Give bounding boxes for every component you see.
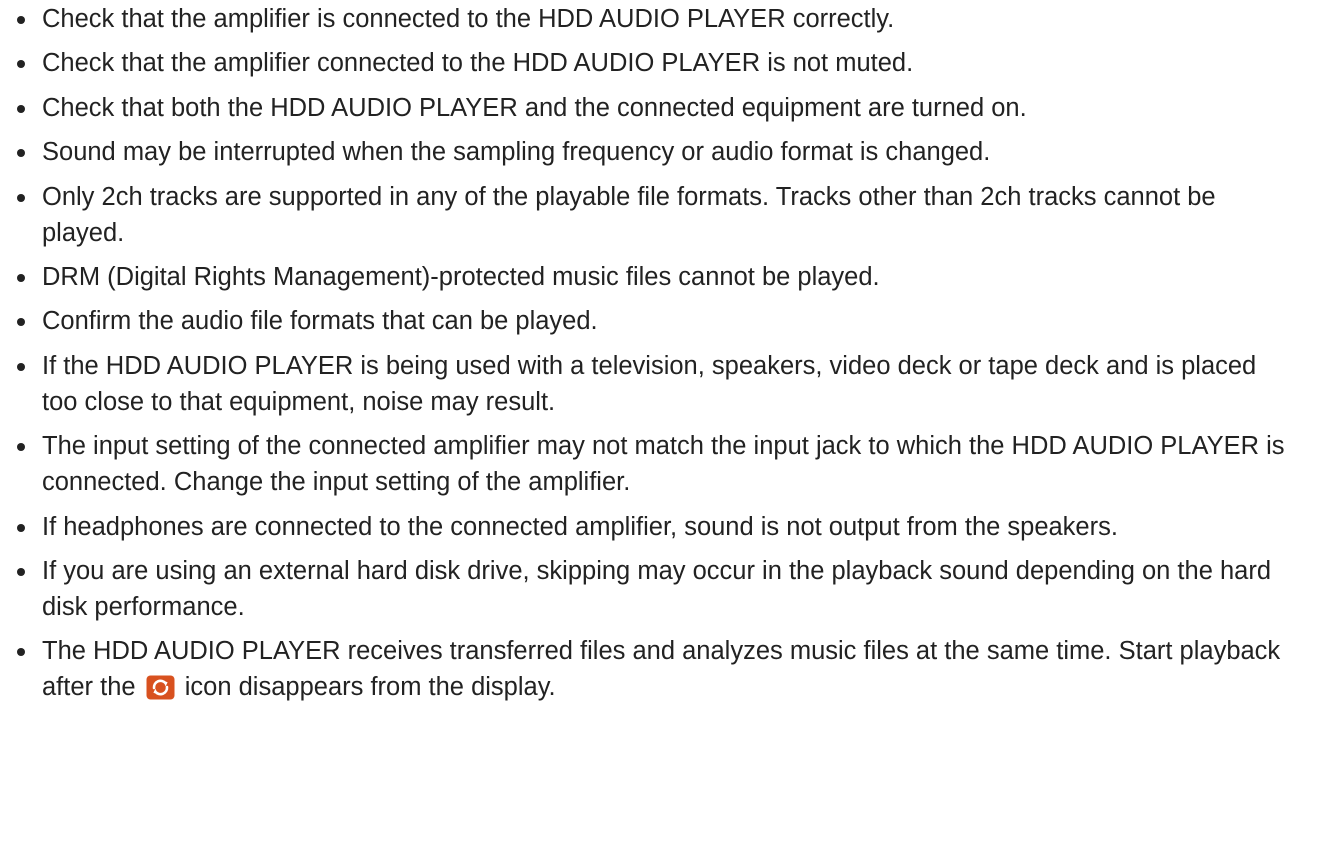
list-item: Only 2ch tracks are supported in any of … — [0, 179, 1326, 251]
list-item: Sound may be interrupted when the sampli… — [0, 134, 1326, 170]
list-item: Check that both the HDD AUDIO PLAYER and… — [0, 90, 1326, 126]
refresh-icon — [146, 675, 175, 700]
list-item: The input setting of the connected ampli… — [0, 428, 1326, 500]
bullet-dot — [17, 318, 25, 327]
bullet-dot — [17, 193, 25, 202]
bullet-dot — [17, 273, 25, 282]
list-item-text: Confirm the audio file formats that can … — [42, 307, 598, 336]
bullet-dot — [17, 362, 25, 371]
list-item-text: DRM (Digital Rights Management)-protecte… — [42, 262, 880, 291]
list-item: Check that the amplifier is connected to… — [0, 1, 1326, 37]
list-item-text: Check that both the HDD AUDIO PLAYER and… — [42, 93, 1027, 122]
list-item-text: If the HDD AUDIO PLAYER is being used wi… — [42, 351, 1257, 416]
list-item-text: Sound may be interrupted when the sampli… — [42, 138, 991, 167]
list-item-text: If headphones are connected to the conne… — [42, 512, 1118, 541]
list-item: The HDD AUDIO PLAYER receives transferre… — [0, 633, 1326, 705]
bullet-dot — [17, 523, 25, 532]
bullet-dot — [17, 443, 25, 452]
list-item: If the HDD AUDIO PLAYER is being used wi… — [0, 348, 1326, 420]
document-page: Check that the amplifier is connected to… — [0, 0, 1326, 856]
bullet-dot — [17, 149, 25, 158]
list-item-text: The input setting of the connected ampli… — [42, 432, 1285, 497]
bullet-dot — [17, 60, 25, 69]
list-item-text: Check that the amplifier connected to th… — [42, 49, 914, 78]
list-item-text: If you are using an external hard disk d… — [42, 556, 1272, 621]
list-item: If headphones are connected to the conne… — [0, 509, 1326, 545]
list-item-text: Only 2ch tracks are supported in any of … — [42, 182, 1216, 247]
list-item-text-after-icon: icon disappears from the display. — [184, 673, 556, 702]
bullet-dot — [17, 567, 25, 576]
list-item: If you are using an external hard disk d… — [0, 553, 1326, 625]
list-item: Check that the amplifier connected to th… — [0, 45, 1326, 81]
list-item: DRM (Digital Rights Management)-protecte… — [0, 259, 1326, 295]
list-item-text: Check that the amplifier is connected to… — [42, 5, 895, 33]
bullet-dot — [17, 104, 25, 113]
troubleshooting-list: Check that the amplifier is connected to… — [0, 1, 1326, 714]
bullet-dot — [17, 648, 25, 657]
bullet-dot — [17, 16, 25, 24]
list-item: Confirm the audio file formats that can … — [0, 303, 1326, 339]
